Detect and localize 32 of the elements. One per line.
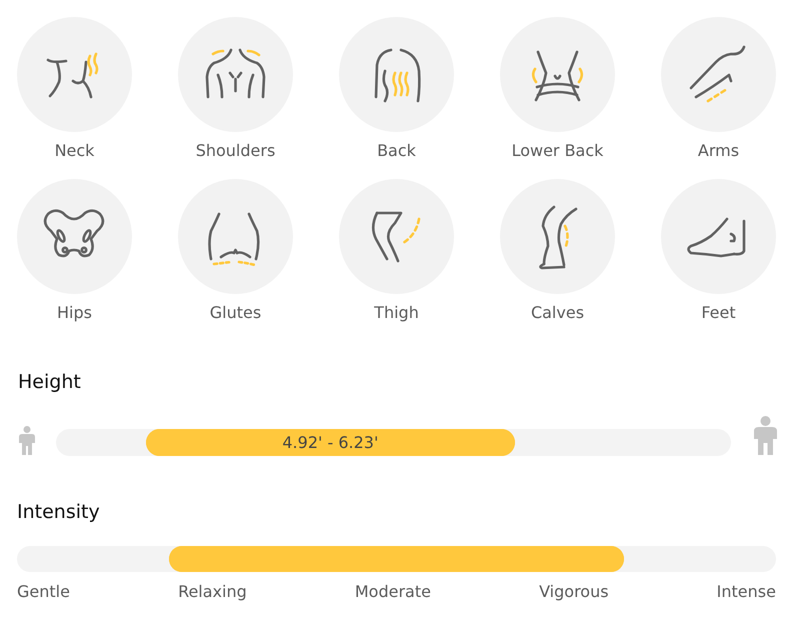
body-part-button[interactable]: Back — [339, 17, 454, 161]
pelvis-icon — [17, 179, 132, 294]
leg-icon — [500, 179, 615, 294]
intensity-level-label: Intense — [716, 582, 776, 602]
body-part-button[interactable]: Feet — [661, 179, 776, 323]
shoulders-icon — [178, 17, 293, 132]
intensity-level-label: Gentle — [17, 582, 70, 602]
neck-icon — [17, 17, 132, 132]
arm-icon — [661, 17, 776, 132]
body-part-button[interactable]: Hips — [17, 179, 132, 323]
body-part-button[interactable]: Lower Back — [500, 17, 615, 161]
section-title: Height — [18, 371, 82, 394]
intensity-level-label: Relaxing — [178, 582, 247, 602]
intensity-level-label: Moderate — [354, 582, 431, 602]
tall-person-icon — [753, 416, 778, 455]
section-title: Intensity — [17, 501, 101, 524]
waist-icon — [500, 17, 615, 132]
person-icon — [18, 426, 36, 455]
thigh-icon — [339, 179, 454, 294]
height-range-value: 4.92' - 6.23' — [282, 433, 378, 452]
body-part-button[interactable]: Shoulders — [178, 17, 293, 161]
back-icon — [339, 17, 454, 132]
body-part-button[interactable]: Calves — [500, 179, 615, 323]
body-part-button[interactable]: Thigh — [339, 179, 454, 323]
intensity-slider-track[interactable] — [17, 546, 776, 572]
body-part-button[interactable]: Neck — [17, 17, 132, 161]
foot-icon — [661, 179, 776, 294]
height-slider-track[interactable]: 4.92' - 6.23' — [56, 429, 731, 456]
body-part-button[interactable]: Arms — [661, 17, 776, 161]
body-part-button[interactable]: Glutes — [178, 179, 293, 323]
buttocks-icon — [178, 179, 293, 294]
intensity-level-label: Vigorous — [539, 582, 609, 602]
